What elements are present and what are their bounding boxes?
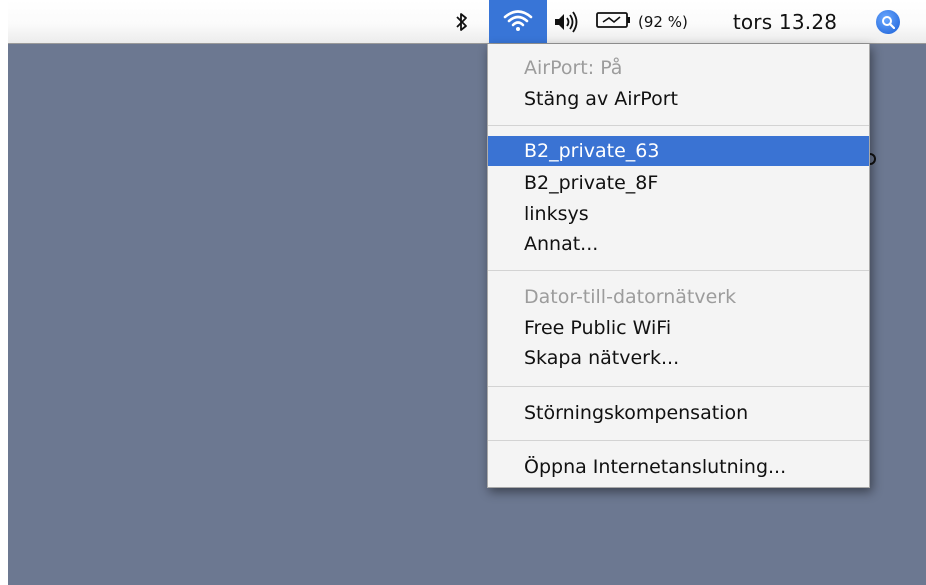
volume-icon[interactable] bbox=[548, 0, 586, 43]
menu-item-create-network[interactable]: Skapa nätverk... bbox=[488, 343, 869, 373]
menu-item-turn-off-airport[interactable]: Stäng av AirPort bbox=[488, 84, 869, 114]
network-item-linksys[interactable]: linksys bbox=[488, 199, 869, 229]
screen: (92 %) tors 13.28 AirPort: På Stäng av A… bbox=[0, 0, 926, 585]
menu-header-computer-to-computer: Dator-till-datornätverk bbox=[524, 286, 737, 308]
wifi-icon bbox=[503, 8, 533, 36]
menu-separator bbox=[488, 440, 869, 441]
menu-bar: (92 %) tors 13.28 bbox=[8, 0, 926, 44]
network-item-b2-private-8f[interactable]: B2_private_8F bbox=[488, 168, 869, 198]
network-item-b2-private-63[interactable]: B2_private_63 bbox=[488, 136, 869, 166]
battery-charging-icon bbox=[596, 10, 632, 34]
menu-item-open-internet-connect[interactable]: Öppna Internetanslutning... bbox=[488, 452, 869, 482]
airport-dropdown-menu: AirPort: På Stäng av AirPort B2_private_… bbox=[487, 44, 870, 488]
menu-separator bbox=[488, 270, 869, 271]
bluetooth-icon[interactable] bbox=[449, 0, 475, 43]
battery-percent: (92 %) bbox=[638, 12, 688, 31]
menu-item-interference-robustness[interactable]: Störningskompensation bbox=[488, 398, 869, 428]
battery-status[interactable]: (92 %) bbox=[596, 0, 714, 43]
menu-item-other-network[interactable]: Annat... bbox=[488, 229, 869, 259]
spotlight-button[interactable] bbox=[868, 0, 908, 43]
menu-separator bbox=[488, 386, 869, 387]
menu-separator bbox=[488, 125, 869, 126]
menu-item-airport-status: AirPort: På bbox=[524, 57, 623, 79]
wifi-menu-extra[interactable] bbox=[489, 0, 547, 43]
network-item-free-public-wifi[interactable]: Free Public WiFi bbox=[488, 313, 869, 343]
menubar-clock[interactable]: tors 13.28 bbox=[725, 0, 845, 43]
spotlight-search-icon bbox=[876, 9, 900, 34]
